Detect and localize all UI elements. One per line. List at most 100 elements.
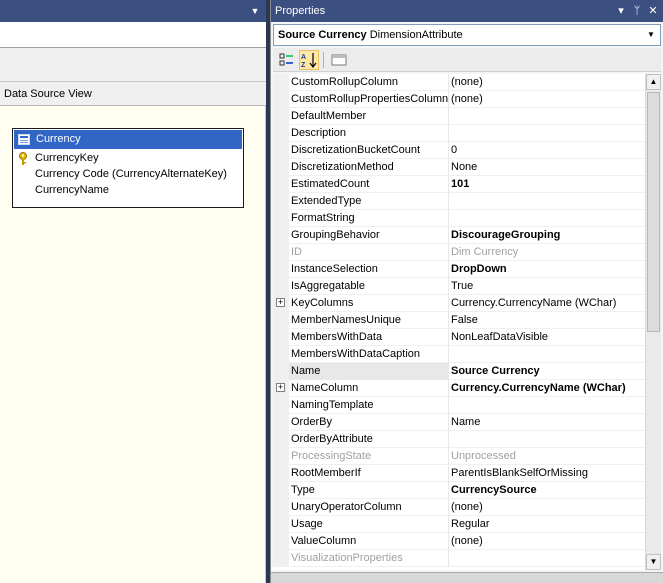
property-name[interactable]: MembersWithData: [289, 329, 449, 346]
property-value[interactable]: DiscourageGrouping: [449, 227, 645, 244]
property-value[interactable]: (none): [449, 91, 645, 108]
property-value[interactable]: 0: [449, 142, 645, 159]
property-value[interactable]: (none): [449, 533, 645, 550]
property-row-discretizationmethod[interactable]: DiscretizationMethod None: [273, 159, 645, 176]
property-name[interactable]: MembersWithDataCaption: [289, 346, 449, 363]
property-pages-icon[interactable]: [329, 50, 349, 70]
property-row-defaultmember[interactable]: DefaultMember: [273, 108, 645, 125]
alphabetical-sort-icon[interactable]: A Z: [299, 50, 319, 70]
expand-icon[interactable]: +: [276, 298, 285, 307]
scroll-down-icon[interactable]: ▼: [646, 554, 661, 570]
property-row-processingstate[interactable]: ProcessingState Unprocessed: [273, 448, 645, 465]
expand-icon[interactable]: +: [276, 383, 285, 392]
property-value[interactable]: None: [449, 159, 645, 176]
property-value[interactable]: True: [449, 278, 645, 295]
property-value[interactable]: [449, 108, 645, 125]
property-name[interactable]: NamingTemplate: [289, 397, 449, 414]
property-name[interactable]: DiscretizationMethod: [289, 159, 449, 176]
property-value[interactable]: Name: [449, 414, 645, 431]
property-value[interactable]: (none): [449, 499, 645, 516]
property-row-description[interactable]: Description: [273, 125, 645, 142]
property-name[interactable]: KeyColumns: [289, 295, 449, 312]
property-row-groupingbehavior[interactable]: GroupingBehavior DiscourageGrouping: [273, 227, 645, 244]
table-column-currencykey[interactable]: CurrencyKey: [35, 150, 99, 166]
property-name[interactable]: NameColumn: [289, 380, 449, 397]
property-row-orderbyattribute[interactable]: OrderByAttribute: [273, 431, 645, 448]
property-name[interactable]: Type: [289, 482, 449, 499]
property-name[interactable]: DiscretizationBucketCount: [289, 142, 449, 159]
property-value[interactable]: [449, 125, 645, 142]
property-row-keycolumns[interactable]: + KeyColumns Currency.CurrencyName (WChar): [273, 295, 645, 312]
property-value[interactable]: CurrencySource: [449, 482, 645, 499]
property-row-memberswithdata[interactable]: MembersWithData NonLeafDataVisible: [273, 329, 645, 346]
property-value[interactable]: [449, 431, 645, 448]
property-row-name[interactable]: Name Source Currency: [273, 363, 645, 380]
property-name[interactable]: RootMemberIf: [289, 465, 449, 482]
property-value[interactable]: Source Currency: [449, 363, 645, 380]
window-position-icon[interactable]: ▾: [614, 3, 628, 19]
property-row-isaggregatable[interactable]: IsAggregatable True: [273, 278, 645, 295]
property-value[interactable]: [449, 550, 645, 567]
chevron-down-icon[interactable]: ▼: [644, 27, 658, 43]
property-value[interactable]: False: [449, 312, 645, 329]
property-name[interactable]: OrderByAttribute: [289, 431, 449, 448]
property-name[interactable]: OrderBy: [289, 414, 449, 431]
table-currency[interactable]: Currency CurrencyKey Currency Code (Curr…: [12, 128, 244, 208]
property-name[interactable]: UnaryOperatorColumn: [289, 499, 449, 516]
close-icon[interactable]: ✕: [646, 3, 660, 19]
property-row-memberswithdatacaption[interactable]: MembersWithDataCaption: [273, 346, 645, 363]
property-row-orderby[interactable]: OrderBy Name: [273, 414, 645, 431]
property-value[interactable]: ParentIsBlankSelfOrMissing: [449, 465, 645, 482]
property-value[interactable]: Currency.CurrencyName (WChar): [449, 380, 645, 397]
property-name[interactable]: MemberNamesUnique: [289, 312, 449, 329]
property-row-usage[interactable]: Usage Regular: [273, 516, 645, 533]
property-row-id[interactable]: ID Dim Currency: [273, 244, 645, 261]
property-name[interactable]: ProcessingState: [289, 448, 449, 465]
property-name[interactable]: CustomRollupColumn: [289, 74, 449, 91]
property-value[interactable]: [449, 397, 645, 414]
table-column-currency-code[interactable]: Currency Code (CurrencyAlternateKey): [35, 166, 227, 182]
property-row-visualizationproperties[interactable]: VisualizationProperties: [273, 550, 645, 567]
property-value[interactable]: Regular: [449, 516, 645, 533]
property-grid-scrollbar[interactable]: ▲ ▼: [645, 74, 661, 570]
property-row-extendedtype[interactable]: ExtendedType: [273, 193, 645, 210]
scrollbar-thumb[interactable]: [647, 92, 660, 332]
property-description-splitter[interactable]: [271, 572, 663, 583]
property-value[interactable]: (none): [449, 74, 645, 91]
property-name[interactable]: Description: [289, 125, 449, 142]
property-row-type[interactable]: Type CurrencySource: [273, 482, 645, 499]
property-row-membernamesunique[interactable]: MemberNamesUnique False: [273, 312, 645, 329]
property-value[interactable]: [449, 193, 645, 210]
property-value[interactable]: NonLeafDataVisible: [449, 329, 645, 346]
object-selector[interactable]: Source Currency DimensionAttribute ▼: [273, 24, 661, 46]
property-value[interactable]: [449, 346, 645, 363]
property-name[interactable]: ID: [289, 244, 449, 261]
property-name[interactable]: FormatString: [289, 210, 449, 227]
property-value[interactable]: Dim Currency: [449, 244, 645, 261]
property-name[interactable]: EstimatedCount: [289, 176, 449, 193]
property-value[interactable]: Currency.CurrencyName (WChar): [449, 295, 645, 312]
scroll-up-icon[interactable]: ▲: [646, 74, 661, 90]
property-row-formatstring[interactable]: FormatString: [273, 210, 645, 227]
property-value[interactable]: DropDown: [449, 261, 645, 278]
property-name[interactable]: ExtendedType: [289, 193, 449, 210]
table-title[interactable]: Currency: [14, 130, 242, 149]
pin-icon[interactable]: ᛘ: [630, 3, 644, 19]
property-row-unaryoperatorcolumn[interactable]: UnaryOperatorColumn (none): [273, 499, 645, 516]
property-value[interactable]: [449, 210, 645, 227]
property-row-valuecolumn[interactable]: ValueColumn (none): [273, 533, 645, 550]
property-row-discretizationbucketcount[interactable]: DiscretizationBucketCount 0: [273, 142, 645, 159]
property-value[interactable]: 101: [449, 176, 645, 193]
property-row-customrolluppropertiescolumn[interactable]: CustomRollupPropertiesColumn (none): [273, 91, 645, 108]
property-name[interactable]: VisualizationProperties: [289, 550, 449, 567]
property-row-customrollupcolumn[interactable]: CustomRollupColumn (none): [273, 74, 645, 91]
property-row-instanceselection[interactable]: InstanceSelection DropDown: [273, 261, 645, 278]
property-name[interactable]: IsAggregatable: [289, 278, 449, 295]
property-row-rootmemberif[interactable]: RootMemberIf ParentIsBlankSelfOrMissing: [273, 465, 645, 482]
property-name[interactable]: ValueColumn: [289, 533, 449, 550]
table-column-currencyname[interactable]: CurrencyName: [35, 182, 109, 198]
property-row-namingtemplate[interactable]: NamingTemplate: [273, 397, 645, 414]
property-row-estimatedcount[interactable]: EstimatedCount 101: [273, 176, 645, 193]
property-name[interactable]: InstanceSelection: [289, 261, 449, 278]
property-name[interactable]: Name: [289, 363, 449, 380]
